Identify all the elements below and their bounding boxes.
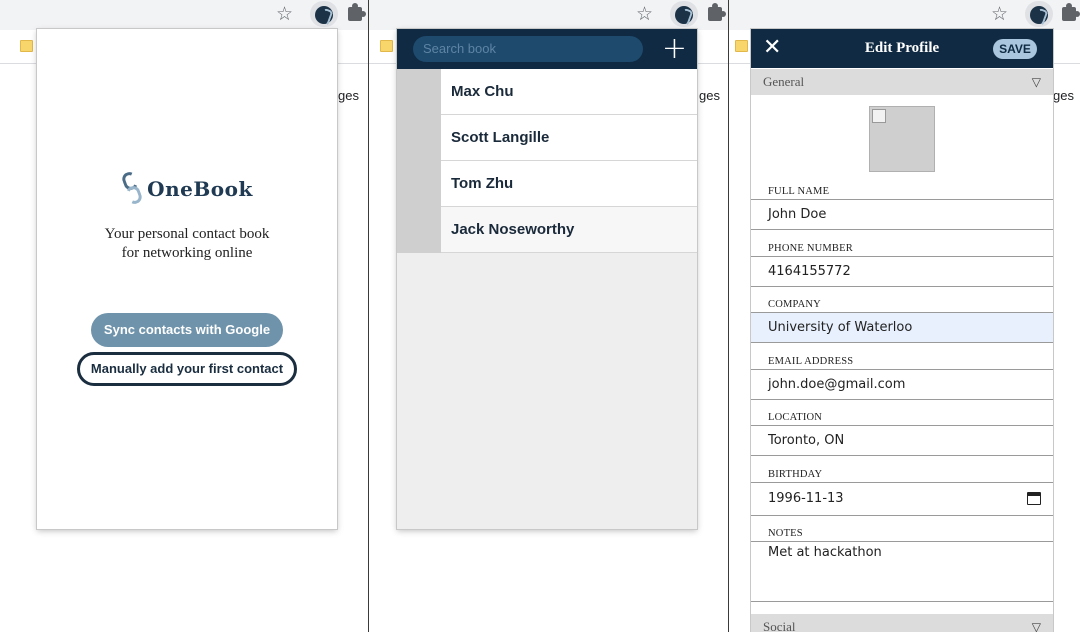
section-social-label: Social [763,619,796,632]
section-social[interactable]: Social ▽ [751,614,1053,632]
background-page-text: ges [1053,88,1074,103]
location-field[interactable]: Toronto, ON [751,425,1053,456]
notes-label: NOTES [768,528,803,539]
onebook-logo: OneBook [37,170,337,206]
onboarding-screen: ☆ ges OneBook Your personal contact book… [0,0,368,632]
contact-row[interactable]: Jack Noseworthy [397,207,697,253]
contact-name: Max Chu [451,83,514,100]
plus-icon[interactable]: + [662,32,687,66]
contacts-header: Search book + [397,29,697,69]
chevron-down-icon: ▽ [1031,620,1041,632]
puzzle-extensions-icon[interactable] [1062,3,1080,21]
edit-profile-screen: ☆ ges ✕ Edit Profile SAVE General ▽ FULL… [729,0,1080,632]
onebook-logo-icon [120,170,144,206]
email-label: EMAIL ADDRESS [768,356,854,367]
background-page-text: ges [699,88,720,103]
logo-text: OneBook [147,177,253,201]
calendar-icon[interactable] [1027,492,1041,505]
folder-icon[interactable] [735,40,748,52]
birthday-field[interactable]: 1996-11-13 [751,482,1053,516]
tagline-line-1: Your personal contact book [104,226,270,242]
onebook-extension-button[interactable] [310,1,338,27]
avatar [397,161,441,207]
browser-toolbar: ☆ [369,0,728,30]
onebook-extension-button[interactable] [1025,1,1053,27]
profile-photo[interactable] [869,106,935,172]
contact-name: Scott Langille [451,129,550,146]
puzzle-extensions-icon[interactable] [708,3,726,21]
avatar [397,69,441,115]
chevron-down-icon: ▽ [1031,75,1041,89]
contact-name: Jack Noseworthy [451,221,575,238]
sync-google-button[interactable]: Sync contacts with Google [91,313,283,347]
edit-profile-header: ✕ Edit Profile SAVE [751,29,1053,68]
onebook-popup: OneBook Your personal contact book for n… [37,29,337,529]
avatar [397,207,441,253]
email-field[interactable]: john.doe@gmail.com [751,369,1053,400]
contact-name: Tom Zhu [451,175,514,192]
onebook-extension-icon [675,6,693,24]
contact-list: Max Chu Scott Langille Tom Zhu Jack Nose… [397,69,697,253]
browser-toolbar: ☆ [729,0,1080,30]
contact-row[interactable]: Scott Langille [397,115,697,161]
background-page-text: ges [338,88,359,103]
onebook-extension-button[interactable] [670,1,698,27]
save-button[interactable]: SAVE [993,39,1037,59]
onebook-popup: Search book + Max Chu Scott Langille Tom… [397,29,697,529]
company-field[interactable]: University of Waterloo [751,312,1053,343]
notes-field[interactable]: Met at hackathon [751,541,1053,602]
section-general-label: General [763,74,805,89]
onebook-popup: ✕ Edit Profile SAVE General ▽ FULL NAME … [751,29,1053,632]
phone-label: PHONE NUMBER [768,243,853,254]
contact-row[interactable]: Max Chu [397,69,697,115]
broken-image-icon [872,109,886,123]
tagline: Your personal contact book for networkin… [37,225,337,263]
browser-toolbar: ☆ [0,0,368,30]
full-name-label: FULL NAME [768,186,830,197]
avatar [397,115,441,161]
search-input[interactable]: Search book [413,36,643,62]
phone-field[interactable]: 4164155772 [751,256,1053,287]
star-icon[interactable]: ☆ [636,4,653,24]
tagline-line-2: for networking online [121,245,253,261]
onebook-extension-icon [1030,6,1048,24]
onebook-extension-icon [315,6,333,24]
birthday-label: BIRTHDAY [768,469,823,480]
contacts-screen: ☆ ges Search book + Max Chu Scott Langil… [369,0,728,632]
full-name-field[interactable]: John Doe [751,199,1053,230]
contact-row[interactable]: Tom Zhu [397,161,697,207]
birthday-field-wrap: 1996-11-13 [751,482,1053,516]
company-label: COMPANY [768,299,821,310]
star-icon[interactable]: ☆ [276,4,293,24]
star-icon[interactable]: ☆ [991,4,1008,24]
location-label: LOCATION [768,412,823,423]
section-general[interactable]: General ▽ [751,69,1053,95]
folder-icon[interactable] [380,40,393,52]
puzzle-extensions-icon[interactable] [348,3,366,21]
manual-add-contact-button[interactable]: Manually add your first contact [77,352,297,386]
folder-icon[interactable] [20,40,33,52]
